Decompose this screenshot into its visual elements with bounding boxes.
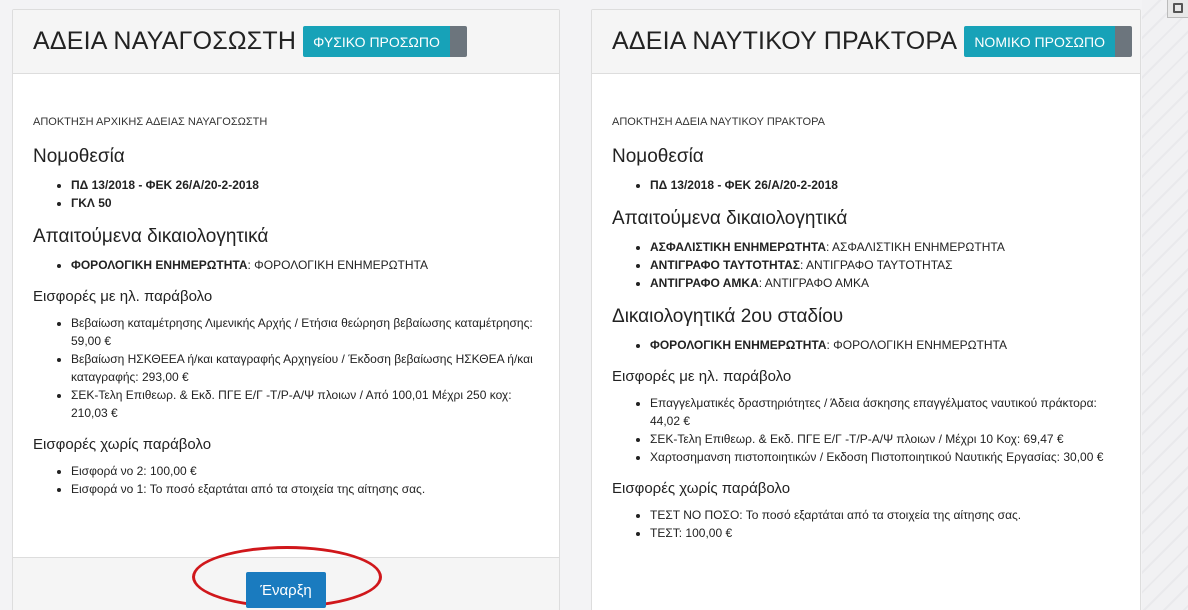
nofee-heading: Εισφορές χωρίς παράβολο <box>612 480 791 497</box>
service-card-lifeguard: ΑΔΕΙΑ ΝΑΥΑΓΟΣΩΣΤΗ ΦΥΣΙΚΟ ΠΡΟΣΩΠΟ ΑΠΟΚΤΗΣ… <box>12 9 560 610</box>
service-card-shipping-agent: ΑΔΕΙΑ ΝΑΥΤΙΚΟΥ ΠΡΑΚΤΟΡΑ ΝΟΜΙΚΟ ΠΡΟΣΩΠΟ Α… <box>591 9 1141 610</box>
document-name: ΦΟΡΟΛΟΓΙΚΗ ΕΝΗΜΕΡΩΤΗΤΑ <box>650 338 827 352</box>
list-item: Εισφορά νο 2: 100,00 € <box>71 462 539 480</box>
list-item: ΤΕΣΤ ΝΟ ΠΟΣΟ: Το ποσό εξαρτάται από τα σ… <box>650 506 1120 524</box>
badge-toggle[interactable] <box>1115 26 1133 57</box>
card-header: ΑΔΕΙΑ ΝΑΥΑΓΟΣΩΣΤΗ ΦΥΣΙΚΟ ΠΡΟΣΩΠΟ <box>13 10 559 74</box>
card-body: ΑΠΟΚΤΗΣΗ ΑΔΕΙΑ ΝΑΥΤΙΚΟΥ ΠΡΑΚΤΟΡΑ Νομοθεσ… <box>592 74 1140 542</box>
document-desc: : ΦΟΡΟΛΟΓΙΚΗ ΕΝΗΜΕΡΩΤΗΤΑ <box>826 338 1008 352</box>
nofee-list: Εισφορά νο 2: 100,00 € Εισφορά νο 1: Το … <box>33 462 539 498</box>
document-name: ΑΝΤΙΓΡΑΦΟ ΤΑΥΤΟΤΗΤΑΣ <box>650 258 800 272</box>
document-name: ΑΣΦΑΛΙΣΤΙΚΗ ΕΝΗΜΕΡΩΤΗΤΑ <box>650 240 826 254</box>
background-pattern <box>1142 0 1188 610</box>
badge-toggle[interactable] <box>449 26 467 57</box>
service-subtitle: ΑΠΟΚΤΗΣΗ ΑΔΕΙΑ ΝΑΥΤΙΚΟΥ ΠΡΑΚΤΟΡΑ <box>612 116 825 128</box>
list-item: ΣΕΚ-Τελη Επιθεωρ. & Εκδ. ΠΓΕ Ε/Γ -Τ/Ρ-Α/… <box>71 386 539 422</box>
document-desc: : ΑΝΤΙΓΡΑΦΟ ΑΜΚΑ <box>758 276 870 290</box>
nofee-heading: Εισφορές χωρίς παράβολο <box>33 436 212 453</box>
list-item: Χαρτοσημανση πιστοποιητικών / Εκδοση Πισ… <box>650 448 1120 466</box>
stage2-heading: Δικαιολογητικά 2ου σταδίου <box>612 306 844 327</box>
start-button[interactable]: Έναρξη <box>246 572 326 608</box>
list-item: ΑΝΤΙΓΡΑΦΟ ΤΑΥΤΟΤΗΤΑΣ: ΑΝΤΙΓΡΑΦΟ ΤΑΥΤΟΤΗΤ… <box>650 256 1120 274</box>
list-item: ΤΕΣΤ: 100,00 € <box>650 524 1120 542</box>
entity-type-badge[interactable]: ΦΥΣΙΚΟ ΠΡΟΣΩΠΟ <box>303 26 467 57</box>
document-desc: : ΑΣΦΑΛΙΣΤΙΚΗ ΕΝΗΜΕΡΩΤΗΤΑ <box>826 240 1005 254</box>
list-item: ΑΣΦΑΛΙΣΤΙΚΗ ΕΝΗΜΕΡΩΤΗΤΑ: ΑΣΦΑΛΙΣΤΙΚΗ ΕΝΗ… <box>650 238 1120 256</box>
list-item: Εισφορά νο 1: Το ποσό εξαρτάται από τα σ… <box>71 480 539 498</box>
fees-heading: Εισφορές με ηλ. παράβολο <box>612 368 792 385</box>
fees-list: Βεβαίωση καταμέτρησης Λιμενικής Αρχής / … <box>33 314 539 422</box>
card-header: ΑΔΕΙΑ ΝΑΥΤΙΚΟΥ ΠΡΑΚΤΟΡΑ ΝΟΜΙΚΟ ΠΡΟΣΩΠΟ <box>592 10 1140 74</box>
nofee-list: ΤΕΣΤ ΝΟ ΠΟΣΟ: Το ποσό εξαρτάται από τα σ… <box>612 506 1120 542</box>
document-name: ΦΟΡΟΛΟΓΙΚΗ ΕΝΗΜΕΡΩΤΗΤΑ <box>71 258 248 272</box>
entity-type-badge[interactable]: ΝΟΜΙΚΟ ΠΡΟΣΩΠΟ <box>964 26 1133 57</box>
list-item: ΠΔ 13/2018 - ΦΕΚ 26/Α/20-2-2018 <box>650 176 1120 194</box>
list-item: ΣΕΚ-Τελη Επιθεωρ. & Εκδ. ΠΓΕ Ε/Γ -Τ/Ρ-Α/… <box>650 430 1120 448</box>
list-item: Βεβαίωση ΗΣΚΘΕΕΑ ή/και καταγραφής Αρχηγε… <box>71 350 539 386</box>
documents-heading: Απαιτούμενα δικαιολογητικά <box>612 208 848 229</box>
list-item: Επαγγελματικές δραστηριότητες / Άδεια άσ… <box>650 394 1120 430</box>
badge-label: ΦΥΣΙΚΟ ΠΡΟΣΩΠΟ <box>303 26 450 57</box>
list-item: ΑΝΤΙΓΡΑΦΟ ΑΜΚΑ: ΑΝΤΙΓΡΑΦΟ ΑΜΚΑ <box>650 274 1120 292</box>
documents-list: ΦΟΡΟΛΟΓΙΚΗ ΕΝΗΜΕΡΩΤΗΤΑ: ΦΟΡΟΛΟΓΙΚΗ ΕΝΗΜΕ… <box>33 256 539 274</box>
legislation-heading: Νομοθεσία <box>612 146 704 167</box>
documents-list: ΑΣΦΑΛΙΣΤΙΚΗ ΕΝΗΜΕΡΩΤΗΤΑ: ΑΣΦΑΛΙΣΤΙΚΗ ΕΝΗ… <box>612 238 1120 292</box>
fees-list: Επαγγελματικές δραστηριότητες / Άδεια άσ… <box>612 394 1120 466</box>
list-item: ΓΚΛ 50 <box>71 194 539 212</box>
stage2-list: ΦΟΡΟΛΟΓΙΚΗ ΕΝΗΜΕΡΩΤΗΤΑ: ΦΟΡΟΛΟΓΙΚΗ ΕΝΗΜΕ… <box>612 336 1120 354</box>
document-desc: : ΑΝΤΙΓΡΑΦΟ ΤΑΥΤΟΤΗΤΑΣ <box>799 258 953 272</box>
card-footer: Έναρξη <box>13 546 559 610</box>
fees-heading: Εισφορές με ηλ. παράβολο <box>33 288 213 305</box>
legislation-list: ΠΔ 13/2018 - ΦΕΚ 26/Α/20-2-2018 ΓΚΛ 50 <box>33 176 539 212</box>
page: ΑΔΕΙΑ ΝΑΥΑΓΟΣΩΣΤΗ ΦΥΣΙΚΟ ΠΡΟΣΩΠΟ ΑΠΟΚΤΗΣ… <box>0 0 1188 610</box>
list-item: ΠΔ 13/2018 - ΦΕΚ 26/Α/20-2-2018 <box>71 176 539 194</box>
service-subtitle: ΑΠΟΚΤΗΣΗ ΑΡΧΙΚΗΣ ΑΔΕΙΑΣ ΝΑΥΑΓΟΣΩΣΤΗ <box>33 116 268 128</box>
card-title: ΑΔΕΙΑ ΝΑΥΑΓΟΣΩΣΤΗ <box>33 27 297 55</box>
window-icon[interactable] <box>1167 0 1188 18</box>
legislation-list: ΠΔ 13/2018 - ΦΕΚ 26/Α/20-2-2018 <box>612 176 1120 194</box>
list-item: Βεβαίωση καταμέτρησης Λιμενικής Αρχής / … <box>71 314 539 350</box>
documents-heading: Απαιτούμενα δικαιολογητικά <box>33 226 269 247</box>
legislation-heading: Νομοθεσία <box>33 146 125 167</box>
list-item: ΦΟΡΟΛΟΓΙΚΗ ΕΝΗΜΕΡΩΤΗΤΑ: ΦΟΡΟΛΟΓΙΚΗ ΕΝΗΜΕ… <box>71 256 539 274</box>
list-item: ΦΟΡΟΛΟΓΙΚΗ ΕΝΗΜΕΡΩΤΗΤΑ: ΦΟΡΟΛΟΓΙΚΗ ΕΝΗΜΕ… <box>650 336 1120 354</box>
document-name: ΑΝΤΙΓΡΑΦΟ ΑΜΚΑ <box>650 276 759 290</box>
card-title: ΑΔΕΙΑ ΝΑΥΤΙΚΟΥ ΠΡΑΚΤΟΡΑ <box>612 27 958 55</box>
badge-label: ΝΟΜΙΚΟ ΠΡΟΣΩΠΟ <box>964 26 1116 57</box>
document-desc: : ΦΟΡΟΛΟΓΙΚΗ ΕΝΗΜΕΡΩΤΗΤΑ <box>247 258 429 272</box>
card-body: ΑΠΟΚΤΗΣΗ ΑΡΧΙΚΗΣ ΑΔΕΙΑΣ ΝΑΥΑΓΟΣΩΣΤΗ Νομο… <box>13 74 559 498</box>
